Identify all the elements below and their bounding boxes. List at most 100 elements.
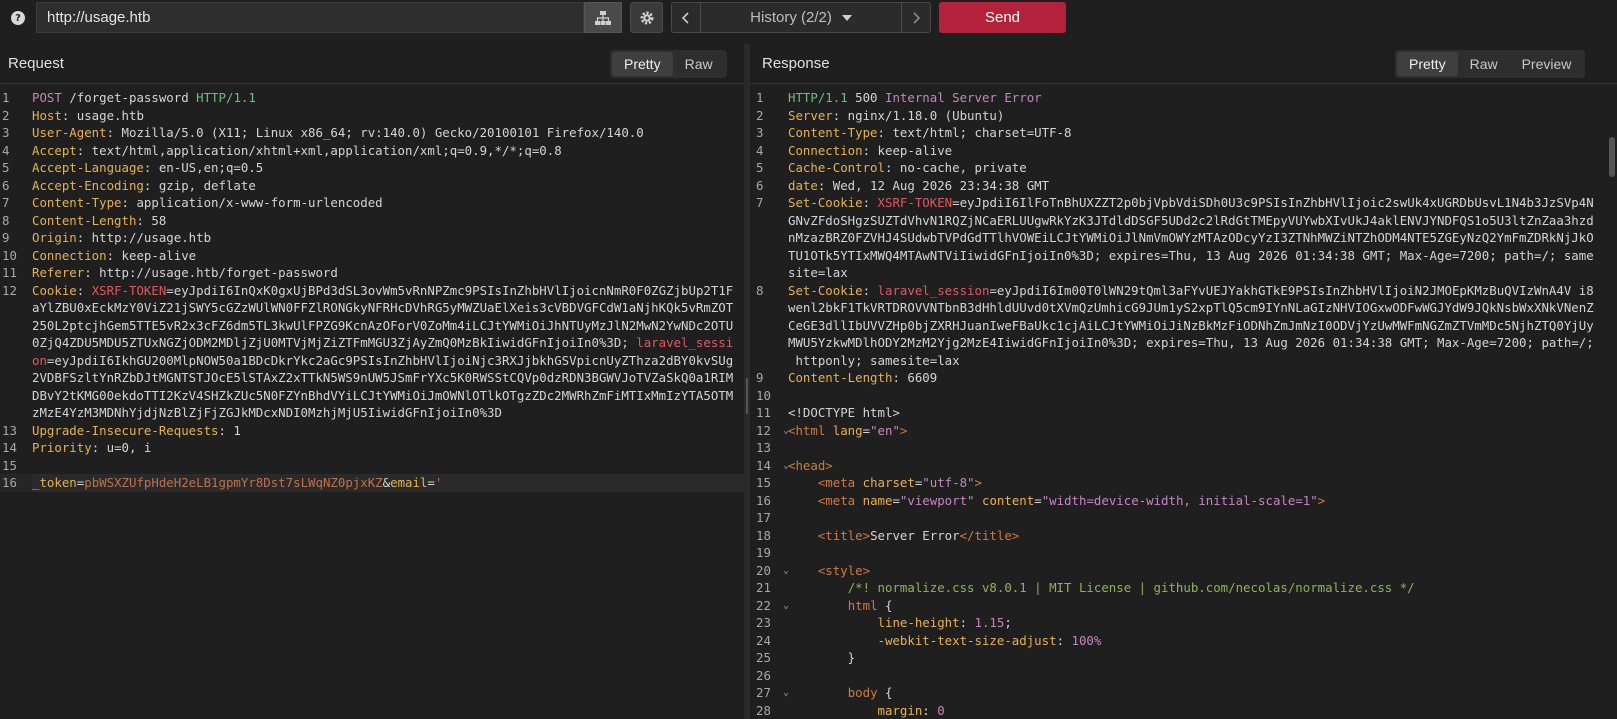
splitter-handle[interactable] [746,378,748,414]
response-scrollbar[interactable] [1607,89,1617,719]
code-text: Accept-Language: en-US,en;q=0.5 [32,159,744,177]
history-dropdown[interactable]: History (2/2) [700,2,902,33]
code-token: : text/html; charset=UTF-8 [877,125,1072,140]
code-token: Upgrade-Insecure-Requests [32,422,219,438]
code-text: Content-Length: 58 [32,212,744,230]
code-text: on=eyJpdiI6IkhGU200MlpNOW50a1BDcDkrYkc2a… [32,352,744,370]
code-text: aYlZBU0xEckMzY0ViZ21jSWY5cGZzWUlWN0FFZlR… [32,299,744,317]
code-token: : http://usage.htb [76,230,212,245]
response-code-line: 15 <meta charset="utf-8"> [750,474,1617,492]
code-token: User-Agent [32,125,107,140]
code-text: Host: usage.htb [32,107,744,125]
fold-chevron-icon[interactable]: ⌄ [783,457,789,475]
code-token: Content-Type [32,195,122,210]
request-header: Request Pretty Raw [0,44,744,84]
request-code-line: DBvY2tKMG00ekdoTTI2KzV4SHZkZUc5N0FZYnBhd… [0,387,744,405]
code-token: 0 [937,702,945,718]
request-code-line: 8 Content-Length: 58 [0,212,744,230]
code-token: : no-cache, private [884,160,1027,175]
response-tab-preview[interactable]: Preview [1510,52,1584,76]
code-text: margin: 0 [788,702,1603,719]
code-token: /*! normalize.css v8.0.1 | MIT License |… [847,580,1415,595]
code-token: wenl2bkF1TkVRTDROVVNTbnB3dHhldUUvd0tXVmQ… [788,300,1594,315]
response-code-line: 8 Set-Cookie: laravel_session=eyJpdiI6Im0… [750,282,1617,300]
code-token: : Wed, 12 Aug 2026 23:34:38 GMT [817,177,1050,193]
settings-button[interactable] [630,2,663,33]
response-code-line: 28 margin: 0 [750,702,1617,719]
history-label: History (2/2) [750,9,832,26]
request-tab-pretty[interactable]: Pretty [612,52,673,76]
scrollbar-thumb[interactable] [1609,137,1615,177]
request-code-line: on=eyJpdiI6IkhGU200MlpNOW50a1BDcDkrYkc2a… [0,352,744,370]
response-viewer[interactable]: 1 HTTP/1.1 500 Internal Server Error 2 Serv… [750,89,1617,719]
code-token: line-height [877,615,960,630]
code-token: Priority [32,440,92,455]
code-token: Cookie [32,282,77,298]
response-code-line: 26 [750,667,1617,685]
line-number: 7 [756,195,764,210]
code-token: Content-Type [788,125,878,140]
request-editor[interactable]: 1 POST /forget-password HTTP/1.1 2 Host: us… [0,89,744,719]
code-token: { [877,685,893,700]
response-code-line: 17 [750,509,1617,527]
response-code-line: MWU5YzkwMDlhODY2MzM2Yjg2MzE4IiwidGFnIjoi… [750,334,1617,352]
code-text: 2VDBFSzltYnRZbDJtMGNTSTJOcE5lSTAxZ2xTTkN… [32,369,744,387]
code-text: <style> [788,562,1603,580]
request-code-line: 6 Accept-Encoding: gzip, deflate [0,177,744,195]
target-url-input[interactable] [36,2,584,33]
request-code-line: 13 Upgrade-Insecure-Requests: 1 [0,422,744,440]
code-token: XSRF-TOKEN [877,195,953,210]
line-number: 15 [2,457,17,473]
code-token: Content-Length [788,370,893,385]
fold-chevron-icon[interactable]: ⌄ [783,597,789,615]
response-tab-pretty[interactable]: Pretty [1397,52,1458,76]
code-token: ; [1004,615,1012,630]
line-number: 8 [2,212,10,228]
fold-chevron-icon[interactable]: ⌄ [783,562,789,580]
target-settings-button[interactable] [584,2,622,33]
response-tab-raw[interactable]: Raw [1458,52,1510,76]
code-text: <html lang="en"> [788,422,1603,440]
code-token: 250L2ptcjhGem5TTE5vR2x3cFZ6dm5TL3kwUlFPZ… [32,317,734,333]
line-number: 5 [2,160,10,175]
code-token: : http://usage.htb/forget-password [84,265,338,280]
line-number: 4 [756,142,764,158]
code-token: Accept [32,142,77,158]
history-forward-button[interactable] [901,2,931,33]
code-token: body [847,685,878,700]
request-tab-raw[interactable]: Raw [673,52,725,76]
line-number: 6 [756,177,764,193]
line-number: 3 [2,125,10,140]
line-number: 14 ⌄ [756,457,790,475]
code-token: DBvY2tKMG00ekdoTTI2KzV4SHZkZUc5N0FZYnBhd… [32,387,734,403]
code-token: Referer [32,265,85,280]
line-number: 4 [2,142,10,158]
fold-chevron-icon[interactable]: ⌄ [783,684,789,702]
code-token: laravel_sessi [636,335,734,350]
code-text: Accept-Encoding: gzip, deflate [32,177,744,195]
line-number [750,264,788,282]
code-text: _token = pbWSXZUfpHdeH2eLB1gpmYr8Dst7sLWqN… [32,474,744,492]
help-button[interactable]: ? [4,4,32,32]
line-number [750,334,788,352]
response-code-line: 13 [750,439,1617,457]
code-text: date: Wed, 12 Aug 2026 23:34:38 GMT [788,177,1603,195]
code-token: charset [862,475,915,490]
send-button[interactable]: Send [939,2,1066,33]
code-text: POST /forget-password HTTP/1.1 [32,89,744,107]
fold-chevron-icon[interactable]: ⌄ [783,422,789,440]
request-code-line: 9 Origin: http://usage.htb [0,229,744,247]
code-token: lang [832,422,863,438]
code-token: Set-Cookie [788,282,863,298]
history-back-button[interactable] [671,2,701,33]
response-code-line: 27 ⌄ body { [750,684,1617,702]
response-code-line: 21 /*! normalize.css v8.0.1 | MIT Licens… [750,579,1617,597]
code-token: <title> [817,527,871,543]
code-text: Cookie: XSRF-TOKEN=eyJpdiI6InQxK0gxUjBPd… [32,282,744,300]
code-token: Internal Server Error [884,90,1042,105]
line-number [750,352,788,370]
